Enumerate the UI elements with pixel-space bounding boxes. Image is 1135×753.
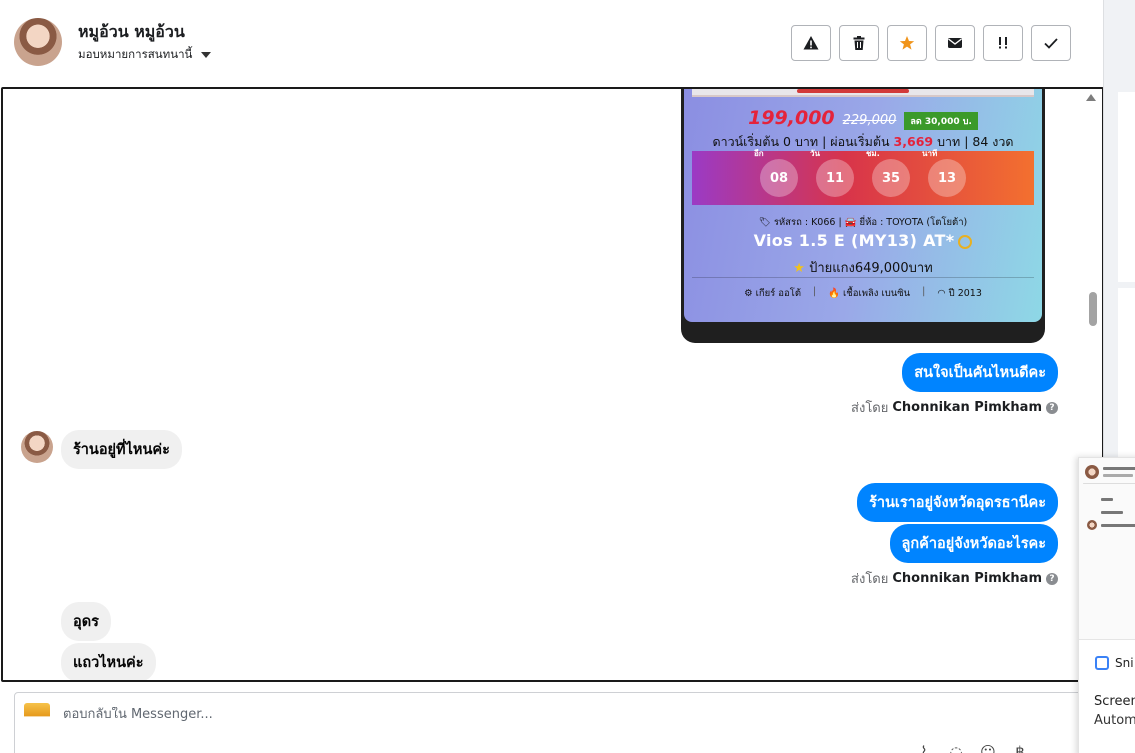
attachment-icon[interactable]: ⌇ — [915, 743, 933, 753]
countdown-label: นาที — [922, 149, 938, 158]
snip-app-row: Sni — [1095, 656, 1134, 670]
car-model-text: Vios 1.5 E (MY13) AT* — [753, 231, 955, 250]
conversation-actions — [791, 25, 1071, 61]
trash-icon — [853, 36, 865, 50]
card-divider — [692, 277, 1034, 278]
mini-line — [1103, 474, 1133, 477]
contact-avatar-small — [21, 431, 53, 463]
terms-suffix: บาท | 84 งวด — [933, 134, 1014, 149]
countdown-label: ชม. — [866, 149, 880, 158]
spec-year: ◠ ปี 2013 — [937, 288, 982, 299]
emoji-icon[interactable]: ☺ — [979, 743, 997, 753]
agent-name: Chonnikan Pimkham — [892, 571, 1042, 586]
snip-app-label: Sni — [1115, 656, 1134, 670]
help-icon[interactable]: ? — [1046, 401, 1058, 414]
assign-label: มอบหมายการสนทนานี้ — [78, 47, 193, 61]
scrollbar-thumb[interactable] — [1089, 292, 1097, 326]
countdown-days-prefix: อีก 08 — [754, 149, 798, 197]
sale-price: 199,000 — [748, 107, 835, 129]
mark-done-button[interactable] — [1031, 25, 1071, 61]
countdown-value: 13 — [937, 170, 957, 186]
countdown-value: 35 — [881, 170, 901, 186]
incoming-message[interactable]: แถวไหนค่ะ — [61, 643, 156, 680]
side-card — [1118, 92, 1135, 282]
countdown-label: อีก — [754, 149, 764, 158]
spec-separator: | — [922, 286, 926, 297]
verified-check-icon — [958, 234, 973, 249]
car-listing-image[interactable]: 199,000 229,000 ลด 30,000 บ. ดาวน์เริ่มต… — [681, 89, 1045, 343]
check-icon — [1044, 38, 1058, 49]
reply-input[interactable] — [63, 707, 763, 722]
composer-tools: ⌇ ◌ ☺ ฿ — [915, 743, 1029, 753]
star-icon — [899, 36, 915, 50]
delete-button[interactable] — [839, 25, 879, 61]
inbox-conversation-view: หมูอ้วน หมูอ้วน มอบหมายการสนทนานี้ 199,0… — [0, 0, 1135, 753]
saved-reply-icon[interactable]: ◌ — [947, 743, 965, 753]
conversation-header: หมูอ้วน หมูอ้วน มอบหมายการสนทนานี้ — [0, 0, 1103, 87]
reply-composer: ⌇ ◌ ☺ ฿ — [14, 692, 1104, 753]
mini-line — [1101, 524, 1135, 527]
contact-name[interactable]: หมูอ้วน หมูอ้วน — [78, 20, 185, 45]
card-banner — [692, 89, 1034, 97]
incoming-message[interactable]: อุดร — [61, 602, 111, 641]
page-logo — [24, 703, 50, 725]
envelope-icon — [948, 38, 962, 48]
discount-badge: ลด 30,000 บ. — [904, 112, 978, 130]
sent-by-label: ส่งโดย Chonnikan Pimkham ? — [851, 568, 1058, 589]
countdown-hours: ชม. 35 — [866, 149, 910, 197]
sent-by-prefix: ส่งโดย — [851, 572, 889, 587]
outgoing-message[interactable]: ร้านเราอยู่จังหวัดอุดรธานีคะ — [857, 483, 1058, 522]
price-row: 199,000 229,000 ลด 30,000 บ. — [684, 107, 1042, 130]
car-code-brand: 🏷 รหัสรถ : K066 | 🚘 ยี่ห้อ : TOYOTA (โตโ… — [758, 217, 968, 228]
help-icon[interactable]: ? — [1046, 572, 1058, 585]
mini-line — [1101, 498, 1113, 501]
spec-gear: ⚙ เกียร์ ออโต้ — [744, 288, 801, 299]
message-thread[interactable]: 199,000 229,000 ลด 30,000 บ. ดาวน์เริ่มต… — [1, 87, 1104, 682]
snip-title: Screen — [1094, 694, 1135, 709]
snip-subtitle: Autom — [1094, 713, 1135, 728]
assign-conversation-dropdown[interactable]: มอบหมายการสนทนานี้ — [78, 46, 212, 64]
countdown-value: 11 — [825, 170, 845, 186]
follow-up-icon — [999, 37, 1007, 49]
countdown-days: วัน 11 — [810, 149, 854, 197]
follow-up-button[interactable] — [983, 25, 1023, 61]
scroll-up-arrow-icon[interactable] — [1086, 94, 1096, 101]
sent-by-label: ส่งโดย Chonnikan Pimkham ? — [851, 397, 1058, 418]
contact-avatar[interactable] — [14, 18, 62, 66]
mini-line — [1101, 511, 1123, 514]
star-button[interactable] — [887, 25, 927, 61]
outgoing-message[interactable]: ลูกค้าอยู่จังหวัดอะไรคะ — [889, 524, 1058, 563]
star-icon: ★ — [793, 261, 805, 276]
car-specs: ⚙ เกียร์ ออโต้ | 🔥 เชื้อเพลิง เบนซิน | ◠… — [684, 286, 1042, 301]
side-card — [1118, 288, 1135, 458]
car-model: Vios 1.5 E (MY13) AT* — [684, 231, 1042, 250]
caret-down-icon — [201, 52, 212, 58]
outgoing-message[interactable]: สนใจเป็นคันไหนดีคะ — [902, 353, 1058, 392]
car-listing-card: 199,000 229,000 ลด 30,000 บ. ดาวน์เริ่มต… — [684, 89, 1042, 322]
countdown-minutes: นาที 13 — [922, 149, 966, 197]
incoming-message[interactable]: ร้านอยู่ที่ไหนค่ะ — [61, 430, 182, 469]
agent-name: Chonnikan Pimkham — [892, 400, 1042, 415]
payment-icon[interactable]: ฿ — [1011, 743, 1029, 753]
sent-by-prefix: ส่งโดย — [851, 401, 889, 416]
snipping-tool-icon — [1095, 656, 1109, 670]
mini-avatar — [1087, 520, 1097, 530]
countdown-label: วัน — [810, 149, 820, 158]
countdown-banner: อีก 08 วัน 11 ชม. 35 นาที 13 — [692, 149, 1034, 205]
old-price: 229,000 — [842, 113, 897, 128]
snipping-tool-notification[interactable]: Sni Screen Autom — [1078, 457, 1135, 753]
mini-line — [1103, 467, 1135, 470]
spec-separator: | — [813, 286, 817, 297]
warning-icon — [803, 36, 819, 50]
finance-terms: ดาวน์เริ่มต้น 0 บาท | ผ่อนเริ่มต้น 3,669… — [684, 132, 1042, 152]
countdown-value: 08 — [769, 170, 789, 186]
mini-avatar — [1085, 465, 1099, 479]
screenshot-thumbnail[interactable] — [1079, 458, 1135, 640]
mini-divider — [1083, 483, 1135, 484]
car-plate: ★ ป้ายแกง649,000บาท — [684, 257, 1042, 278]
mark-unread-button[interactable] — [935, 25, 975, 61]
car-plate-text: ป้ายแกง649,000บาท — [809, 261, 933, 276]
report-button[interactable] — [791, 25, 831, 61]
spec-fuel: 🔥 เชื้อเพลิง เบนซิน — [828, 288, 911, 299]
